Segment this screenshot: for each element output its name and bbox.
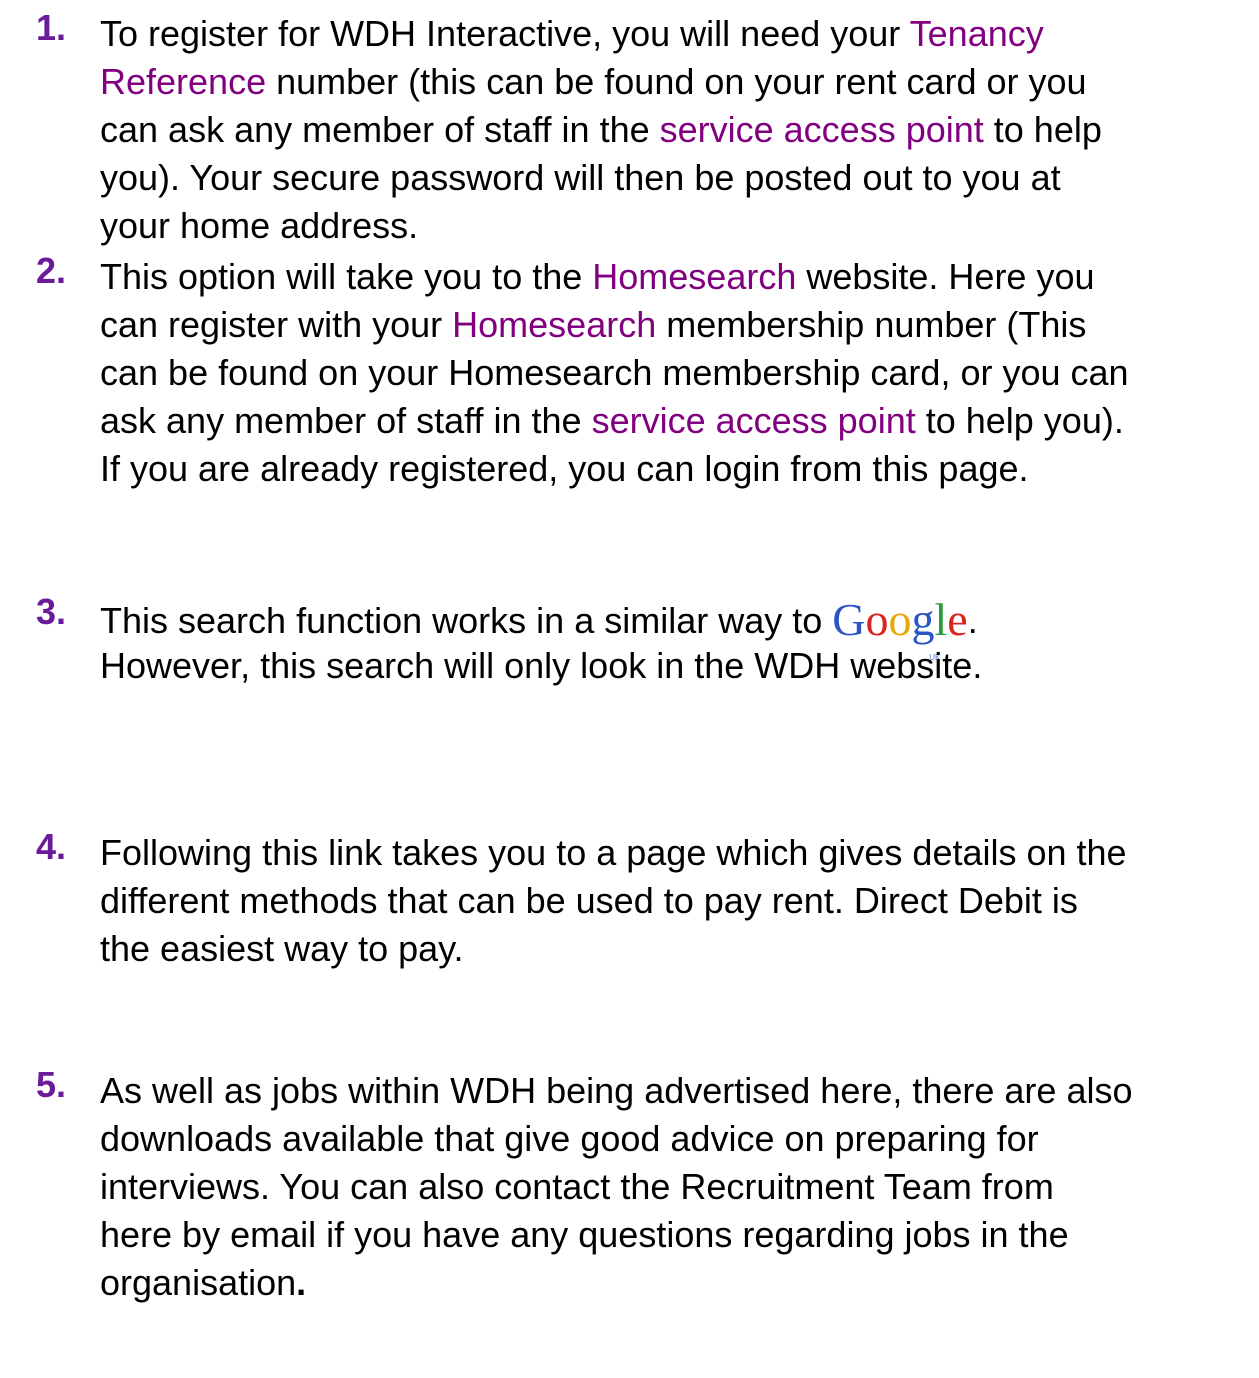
text-run: number (this can be found on your rent c… [266, 61, 1087, 102]
paragraph-line: However, this search will only look in t… [100, 644, 982, 688]
highlighted-term-link[interactable]: Reference [100, 61, 266, 102]
google-logo-letter: G [832, 594, 866, 645]
text-run: membership number (This [656, 304, 1087, 345]
text-run: If you are already registered, you can l… [100, 448, 1029, 489]
text-run: can be found on your Homesearch membersh… [100, 352, 1129, 393]
text-run: the easiest way to pay. [100, 928, 464, 969]
text-run: different methods that can be used to pa… [100, 880, 1078, 921]
text-run: To register for WDH Interactive, you wil… [100, 13, 910, 54]
paragraph-line: interviews. You can also contact the Rec… [100, 1165, 1054, 1209]
text-run: ask any member of staff in the [100, 400, 592, 441]
paragraph-line: organisation. [100, 1261, 306, 1305]
paragraph-line: the easiest way to pay. [100, 927, 464, 971]
text-run: to help [983, 109, 1102, 150]
item-number: 4. [36, 826, 67, 867]
paragraph-line: here by email if you have any questions … [100, 1213, 1069, 1257]
google-uk-logo: Google UK [832, 594, 968, 663]
paragraph-line: you). Your secure password will then be … [100, 156, 1061, 200]
paragraph-line: Following this link takes you to a page … [100, 831, 1127, 875]
text-run: website. Here you [796, 256, 1095, 297]
google-logo-letter: e [947, 594, 968, 645]
text-run: can register with your [100, 304, 453, 345]
text-run: This option will take you to the [100, 256, 593, 297]
item-number: 5. [36, 1064, 67, 1105]
text-run: However, this search will only look in t… [100, 645, 983, 686]
text-run: here by email if you have any questions … [100, 1214, 1069, 1255]
text-run: organisation [100, 1262, 297, 1303]
paragraph-line: To register for WDH Interactive, you wil… [100, 12, 1044, 56]
item-number: 1. [36, 7, 67, 48]
text-run: This search function works in a similar … [100, 600, 833, 641]
paragraph-line: can ask any member of staff in the servi… [100, 108, 1102, 152]
text-run: downloads available that give good advic… [100, 1118, 1039, 1159]
highlighted-term-link[interactable]: service access point [660, 109, 984, 150]
highlighted-term-link[interactable]: Homesearch [592, 256, 796, 297]
paragraph-line: can register with your Homesearch member… [100, 303, 1086, 347]
text-run: your home address. [100, 205, 419, 246]
paragraph-line: ask any member of staff in the service a… [100, 399, 1124, 443]
item-number: 3. [36, 591, 67, 632]
text-run: you). Your secure password will then be … [100, 157, 1061, 198]
highlighted-term-link[interactable]: Homesearch [452, 304, 656, 345]
paragraph-line: downloads available that give good advic… [100, 1117, 1039, 1161]
text-run: can ask any member of staff in the [100, 109, 660, 150]
paragraph-line: different methods that can be used to pa… [100, 879, 1078, 923]
paragraph-line: If you are already registered, you can l… [100, 447, 1029, 491]
highlighted-term-link[interactable]: Tenancy [910, 13, 1044, 54]
paragraph-line: This option will take you to the Homesea… [100, 255, 1095, 299]
google-logo-letter: o [865, 594, 889, 645]
paragraph-line: Reference number (this can be found on y… [100, 60, 1087, 104]
text-run: As well as jobs within WDH being adverti… [100, 1070, 1133, 1111]
text-run: interviews. You can also contact the Rec… [100, 1166, 1054, 1207]
google-logo-period: . [967, 600, 978, 641]
text-run: to help you). [915, 400, 1124, 441]
paragraph-line: can be found on your Homesearch membersh… [100, 351, 1129, 395]
paragraph-line: your home address. [100, 204, 418, 248]
google-logo-letter: o [888, 594, 912, 645]
text-run: Following this link takes you to a page … [100, 832, 1127, 873]
highlighted-term-link[interactable]: service access point [592, 400, 916, 441]
paragraph-line: This search function works in a similar … [100, 594, 978, 663]
item-number: 2. [36, 250, 67, 291]
paragraph-line: As well as jobs within WDH being adverti… [100, 1069, 1133, 1113]
bold-period: . [296, 1262, 307, 1303]
